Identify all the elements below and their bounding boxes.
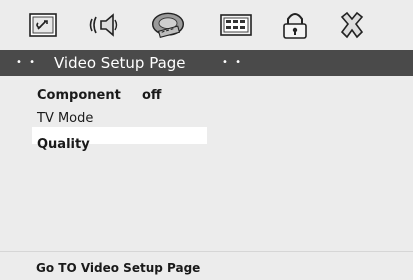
password-lock-icon[interactable]	[277, 9, 313, 41]
setup-menu: Component off TV Mode Quality	[0, 76, 413, 251]
menu-item-tv-mode[interactable]: TV Mode	[37, 111, 93, 126]
page-header: • • Video Setup Page • •	[0, 50, 413, 76]
exit-icon[interactable]	[334, 9, 370, 41]
status-bar: Go TO Video Setup Page	[0, 251, 413, 280]
video-setup-icon[interactable]	[150, 9, 186, 41]
header-dots-right: • •	[222, 57, 243, 68]
menu-item-label: Quality	[37, 137, 90, 152]
preference-icon[interactable]	[218, 9, 254, 41]
setup-icon-bar	[0, 0, 413, 50]
menu-item-value: off	[142, 88, 162, 103]
menu-item-component[interactable]: Component off	[37, 88, 161, 103]
dvd-setup-screen: • • Video Setup Page • • Component off T…	[0, 0, 413, 280]
status-text: Go TO Video Setup Page	[36, 261, 201, 275]
general-setup-icon[interactable]	[26, 9, 62, 41]
menu-item-quality[interactable]: Quality	[37, 137, 90, 152]
header-dots-left: • •	[16, 57, 37, 68]
menu-item-label: TV Mode	[37, 111, 94, 126]
menu-item-label: Component	[37, 88, 121, 103]
audio-setup-icon[interactable]	[88, 9, 124, 41]
page-title: Video Setup Page	[54, 54, 186, 72]
